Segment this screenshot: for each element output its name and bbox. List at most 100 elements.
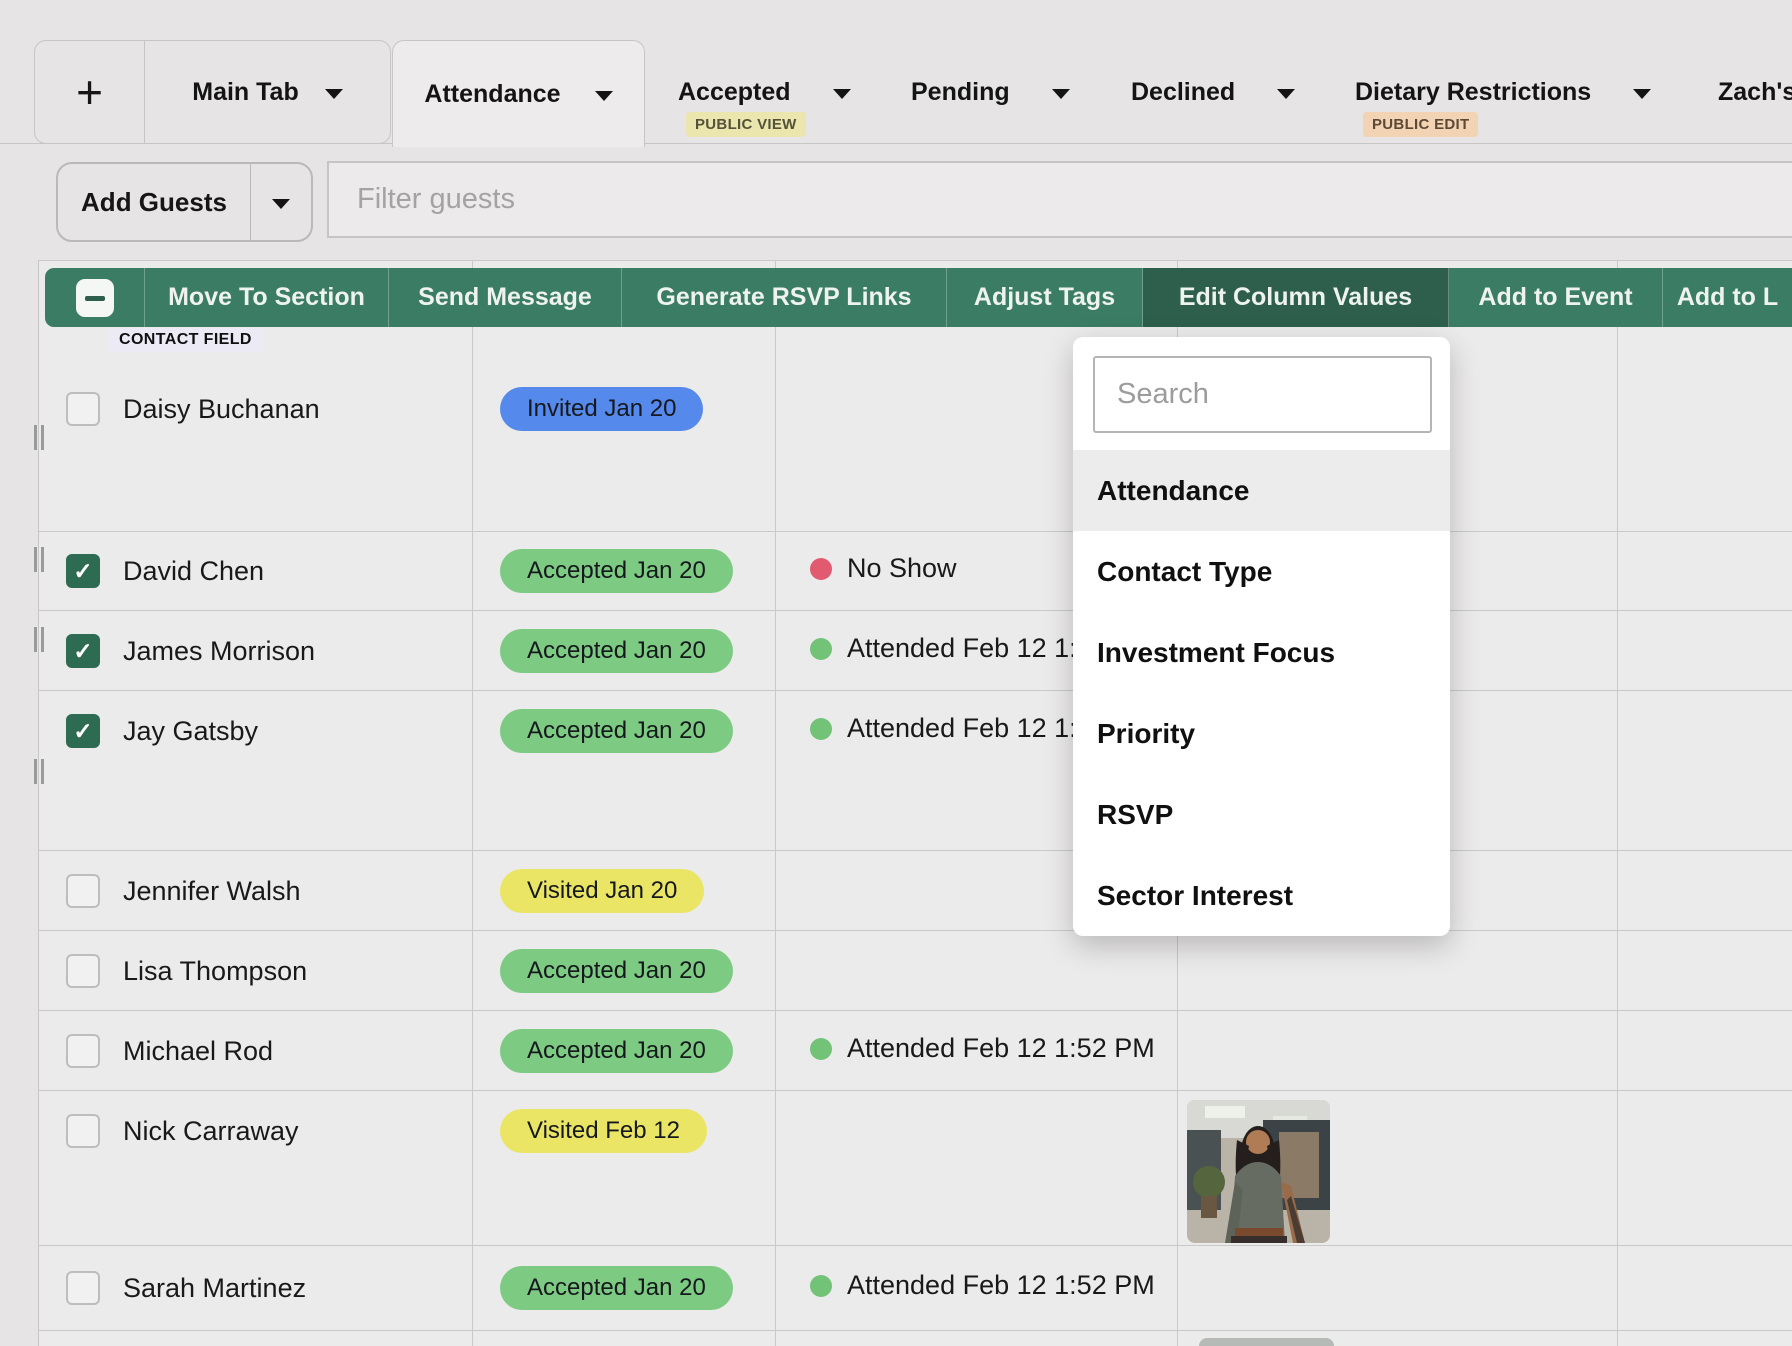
add-guests-dropdown-button[interactable] [250, 164, 311, 240]
status-pill[interactable]: Accepted Jan 20 [500, 1266, 733, 1310]
adjust-tags-button[interactable]: Adjust Tags [947, 268, 1143, 327]
column-search-input[interactable] [1093, 356, 1432, 433]
plus-icon: + [76, 65, 103, 119]
row-checkbox[interactable] [66, 1271, 100, 1305]
table-row: James Morrison Accepted Jan 20 Attended … [38, 611, 1792, 691]
guest-name[interactable]: Nick Carraway [123, 1113, 299, 1149]
chevron-down-icon [1052, 89, 1070, 99]
guest-photo-sliver [1199, 1338, 1334, 1346]
guest-name[interactable]: Sarah Martinez [123, 1270, 306, 1306]
tab-attendance[interactable]: Attendance [392, 40, 645, 147]
send-message-button[interactable]: Send Message [389, 268, 622, 327]
add-tab-button[interactable]: + [35, 41, 145, 143]
move-to-section-button[interactable]: Move To Section [145, 268, 389, 327]
drag-handle[interactable] [34, 547, 44, 572]
add-guests-split-button: Add Guests [56, 162, 313, 242]
portrait-illustration [1187, 1100, 1330, 1243]
attendance-text: Attended Feb 12 1:52 PM [847, 1033, 1155, 1064]
status-pill[interactable]: Accepted Jan 20 [500, 629, 733, 673]
option-sector-interest[interactable]: Sector Interest [1073, 855, 1450, 936]
add-guests-button[interactable]: Add Guests [58, 164, 250, 240]
status-pill[interactable]: Accepted Jan 20 [500, 549, 733, 593]
guest-name[interactable]: Jennifer Walsh [123, 873, 301, 909]
select-all-checkbox-indeterminate[interactable] [76, 279, 114, 317]
option-contact-type[interactable]: Contact Type [1073, 531, 1450, 612]
tab-label: Dietary Restrictions [1355, 78, 1591, 107]
tab-dietary-restrictions[interactable]: Dietary Restrictions PUBLIC EDIT [1355, 78, 1651, 107]
guest-name[interactable]: Michael Rod [123, 1033, 273, 1069]
table-row: Nick Carraway Visited Feb 12 [38, 1091, 1792, 1246]
status-pill[interactable]: Visited Feb 12 [500, 1109, 707, 1153]
add-to-event-button[interactable]: Add to Event [1449, 268, 1663, 327]
select-all-section [45, 268, 145, 327]
attendance-text: No Show [847, 553, 957, 584]
status-pill[interactable]: Accepted Jan 20 [500, 1029, 733, 1073]
attendance-cell: Attended Feb 12 1:52 PM [810, 1033, 1155, 1064]
filter-guests-input[interactable] [327, 161, 1792, 238]
bulk-actions-toolbar: Move To Section Send Message Generate RS… [45, 268, 1792, 327]
tab-main-tab[interactable]: Main Tab [145, 41, 390, 143]
guest-name[interactable]: Daisy Buchanan [123, 391, 320, 427]
table-row: Michael Rod Accepted Jan 20 Attended Feb… [38, 1011, 1792, 1091]
attendance-text: Attended Feb 12 1:52 PM [847, 1270, 1155, 1301]
guest-name[interactable]: Lisa Thompson [123, 953, 307, 989]
table-row: Jennifer Walsh Visited Jan 20 [38, 851, 1792, 931]
drag-handle[interactable] [34, 425, 44, 450]
option-attendance[interactable]: Attendance [1073, 450, 1450, 531]
attendance-dot-icon [810, 1275, 832, 1297]
contact-field-label: CONTACT FIELD [107, 328, 264, 352]
column-options-list: Attendance Contact Type Investment Focus… [1073, 450, 1450, 936]
tab-declined[interactable]: Declined [1131, 78, 1295, 107]
guest-name[interactable]: James Morrison [123, 633, 315, 669]
option-investment-focus[interactable]: Investment Focus [1073, 612, 1450, 693]
row-checkbox[interactable] [66, 874, 100, 908]
status-pill[interactable]: Invited Jan 20 [500, 387, 703, 431]
chevron-down-icon [1277, 89, 1295, 99]
row-checkbox[interactable] [66, 634, 100, 668]
attendance-cell: No Show [810, 553, 957, 584]
chevron-down-icon [595, 91, 613, 101]
tab-label: Pending [911, 78, 1010, 107]
drag-handle[interactable] [34, 627, 44, 652]
option-rsvp[interactable]: RSVP [1073, 774, 1450, 855]
row-checkbox[interactable] [66, 1034, 100, 1068]
attendance-dot-icon [810, 718, 832, 740]
generate-rsvp-links-button[interactable]: Generate RSVP Links [622, 268, 947, 327]
chevron-down-icon [325, 89, 343, 99]
attendance-dot-icon [810, 1038, 832, 1060]
tab-accepted[interactable]: Accepted PUBLIC VIEW [678, 78, 851, 107]
public-view-badge: PUBLIC VIEW [686, 112, 806, 137]
table-row: Lisa Thompson Accepted Jan 20 [38, 931, 1792, 1011]
drag-handle[interactable] [34, 759, 44, 784]
row-checkbox[interactable] [66, 714, 100, 748]
chevron-down-icon [1633, 89, 1651, 99]
row-checkbox[interactable] [66, 954, 100, 988]
tab-label: Declined [1131, 78, 1235, 107]
tab-zachs[interactable]: Zach's [1718, 78, 1792, 107]
edit-column-values-button[interactable]: Edit Column Values [1143, 268, 1449, 327]
guest-photo[interactable] [1187, 1100, 1330, 1243]
row-checkbox[interactable] [66, 1114, 100, 1148]
public-edit-badge: PUBLIC EDIT [1363, 112, 1478, 137]
chevron-down-icon [272, 199, 290, 209]
tab-pending[interactable]: Pending [911, 78, 1070, 107]
status-pill[interactable]: Visited Jan 20 [500, 869, 704, 913]
status-pill[interactable]: Accepted Jan 20 [500, 949, 733, 993]
guest-name[interactable]: David Chen [123, 553, 264, 589]
table-row: David Chen Accepted Jan 20 No Show [38, 532, 1792, 611]
row-checkbox[interactable] [66, 392, 100, 426]
table-row: Jay Gatsby Accepted Jan 20 Attended Feb … [38, 691, 1792, 851]
add-to-list-button[interactable]: Add to L [1663, 268, 1792, 327]
edit-column-values-dropdown: Attendance Contact Type Investment Focus… [1073, 337, 1450, 936]
option-priority[interactable]: Priority [1073, 693, 1450, 774]
attendance-dot-icon [810, 558, 832, 580]
row-checkbox[interactable] [66, 554, 100, 588]
table-row: Sarah Martinez Accepted Jan 20 Attended … [38, 1246, 1792, 1331]
attendance-cell: Attended Feb 12 1:52 PM [810, 1270, 1155, 1301]
guest-name[interactable]: Jay Gatsby [123, 713, 258, 749]
attendance-dot-icon [810, 638, 832, 660]
tab-group-main: + Main Tab [34, 40, 391, 144]
tab-label: Attendance [424, 80, 560, 109]
status-pill[interactable]: Accepted Jan 20 [500, 709, 733, 753]
partial-row [38, 1331, 1792, 1346]
